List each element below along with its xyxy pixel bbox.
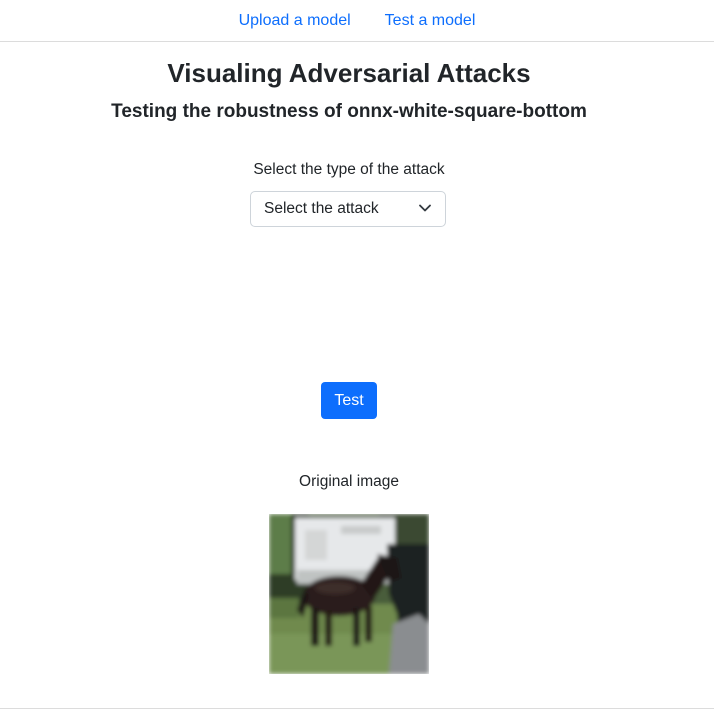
attack-type-select[interactable]: Select the attack — [250, 191, 446, 227]
attack-select-label: Select the type of the attack — [253, 161, 445, 178]
test-button[interactable]: Test — [321, 382, 377, 419]
page-subtitle: Testing the robustness of onnx-white-squ… — [111, 101, 587, 122]
nav-link-test-model[interactable]: Test a model — [385, 12, 476, 30]
original-image-caption: Original image — [299, 473, 399, 490]
nav-link-upload-model[interactable]: Upload a model — [239, 12, 351, 30]
original-image — [269, 514, 429, 674]
bottom-divider — [0, 708, 714, 709]
horse-photo — [269, 514, 429, 674]
chevron-down-icon — [419, 204, 431, 212]
attack-select-value: Select the attack — [264, 200, 379, 217]
top-navigation: Upload a model Test a model — [0, 0, 714, 42]
page-title: Visualing Adversarial Attacks — [167, 58, 531, 88]
